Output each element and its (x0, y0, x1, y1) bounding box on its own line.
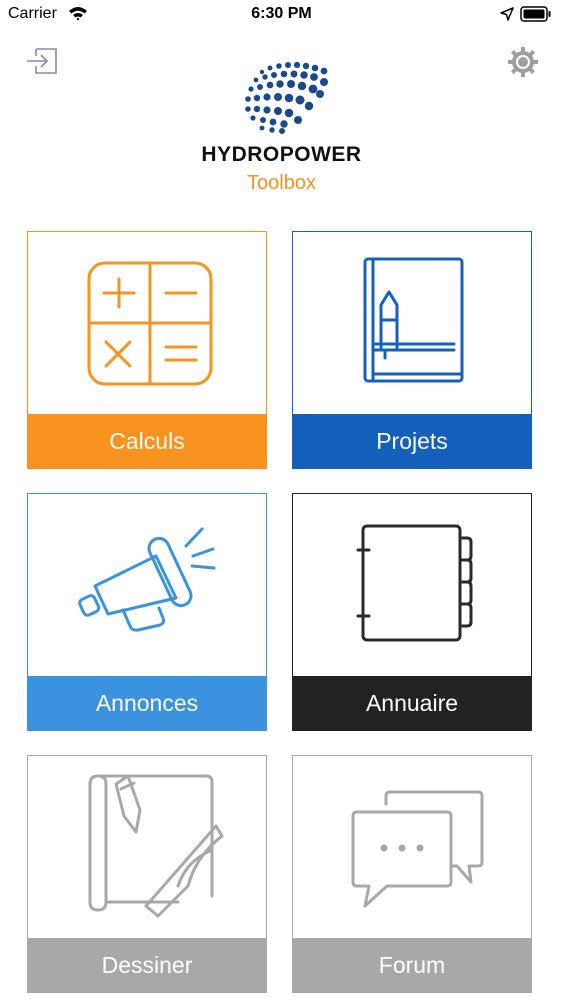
tile-label-projets: Projets (293, 414, 531, 468)
gear-icon (508, 47, 538, 77)
chat-bubbles-icon (351, 790, 484, 908)
tile-label-annonces: Annonces (28, 676, 266, 730)
brand-subtitle: Toolbox (247, 172, 316, 194)
brand-name: HYDROPOWER (201, 143, 362, 166)
tile-annuaire[interactable]: Annuaire (292, 493, 532, 731)
address-book-icon (356, 524, 473, 642)
clock: 6:30 PM (251, 5, 312, 22)
logout-button[interactable] (25, 46, 59, 76)
notebook-pen-icon (363, 257, 464, 383)
tile-dessiner[interactable]: Dessiner (27, 755, 267, 993)
tile-projets[interactable]: Projets (292, 231, 532, 469)
location-arrow-icon (500, 7, 514, 21)
battery-icon (520, 6, 551, 22)
tile-label-annuaire: Annuaire (293, 676, 531, 730)
megaphone-icon (78, 527, 216, 632)
tile-label-calculs: Calculs (28, 414, 266, 468)
logout-icon (27, 48, 57, 74)
settings-button[interactable] (506, 45, 540, 79)
status-bar: Carrier 6:30 PM (0, 0, 563, 30)
tile-label-forum: Forum (293, 938, 531, 992)
tile-annonces[interactable]: Annonces (27, 493, 267, 731)
tile-label-dessiner: Dessiner (28, 938, 266, 992)
tile-calculs[interactable]: Calculs (27, 231, 267, 469)
hydropower-logo (245, 61, 328, 134)
drawing-tools-icon (88, 774, 224, 918)
calculator-icon (87, 261, 213, 386)
tile-forum[interactable]: Forum (292, 755, 532, 993)
